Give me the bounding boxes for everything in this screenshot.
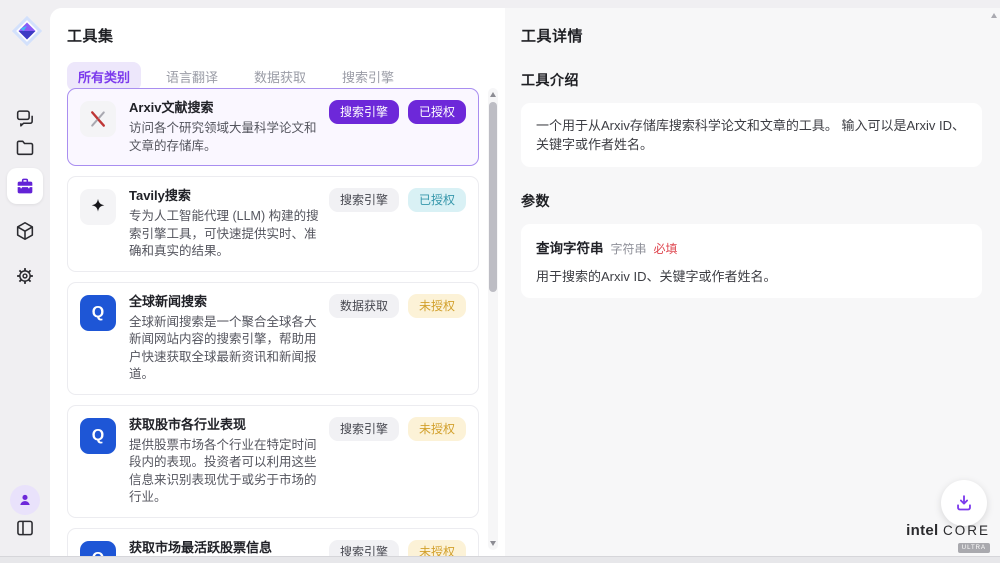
intro-heading: 工具介绍 bbox=[521, 70, 982, 90]
scroll-up-arrow-icon[interactable] bbox=[490, 92, 496, 97]
params-heading: 参数 bbox=[521, 191, 982, 211]
auth-status-badge: 已授权 bbox=[408, 188, 466, 212]
scroll-down-arrow-icon[interactable] bbox=[490, 541, 496, 546]
param-card: 查询字符串 字符串 必填 用于搜索的Arxiv ID、关键字或作者姓名。 bbox=[521, 224, 982, 298]
tool-name: Arxiv文献搜索 bbox=[129, 99, 319, 117]
q-icon: Q bbox=[80, 541, 116, 557]
auth-status-badge: 未授权 bbox=[408, 417, 466, 441]
scrollbar-thumb[interactable] bbox=[489, 102, 497, 292]
main-window: 工具集 所有类别 语言翻译 数据获取 搜索引擎 Arxiv文献搜索 访问各个研究… bbox=[50, 8, 1000, 556]
tool-detail-pane: 工具详情 工具介绍 一个用于从Arxiv存储库搜索科学论文和文章的工具。 输入可… bbox=[505, 8, 1000, 556]
auth-status-badge: 未授权 bbox=[408, 294, 466, 318]
tab-all-categories[interactable]: 所有类别 bbox=[67, 62, 141, 91]
user-avatar[interactable] bbox=[10, 485, 40, 515]
auth-status-badge: 已授权 bbox=[408, 100, 466, 124]
sidebar-item-toolbox[interactable] bbox=[7, 168, 43, 204]
folder-icon[interactable] bbox=[14, 137, 36, 159]
tool-name: 获取市场最活跃股票信息 bbox=[129, 539, 319, 557]
category-badge: 搜索引擎 bbox=[329, 417, 399, 441]
category-badge: 搜索引擎 bbox=[329, 100, 399, 124]
download-icon bbox=[953, 492, 975, 514]
arxiv-icon bbox=[80, 101, 116, 137]
intel-core-logo: intel core ULTRA bbox=[906, 524, 990, 553]
download-button[interactable] bbox=[941, 480, 987, 526]
category-badge: 搜索引擎 bbox=[329, 188, 399, 212]
param-name: 查询字符串 bbox=[536, 237, 604, 257]
tab-language-translation[interactable]: 语言翻译 bbox=[155, 62, 229, 91]
auth-status-badge: 未授权 bbox=[408, 540, 466, 557]
tool-description: 访问各个研究领域大量科学论文和文章的存储库。 bbox=[129, 120, 319, 155]
cube-icon[interactable] bbox=[14, 220, 36, 242]
tool-card[interactable]: Q 获取股市各行业表现 提供股票市场各个行业在特定时间段内的表现。投资者可以利用… bbox=[67, 405, 479, 518]
list-scrollbar[interactable] bbox=[488, 88, 498, 550]
tool-card[interactable]: Q 获取市场最活跃股票信息 提供当天交易量最高的股票列表，投资者可以利用这些信息… bbox=[67, 528, 479, 557]
category-badge: 数据获取 bbox=[329, 294, 399, 318]
chat-icon[interactable] bbox=[14, 107, 36, 129]
tool-card[interactable]: Q 全球新闻搜索 全球新闻搜索是一个聚合全球各大新闻网站内容的搜索引擎，帮助用户… bbox=[67, 282, 479, 395]
param-required-flag: 必填 bbox=[654, 240, 678, 257]
tool-description: 全球新闻搜索是一个聚合全球各大新闻网站内容的搜索引擎，帮助用户快速获取全球最新资… bbox=[129, 314, 319, 384]
tab-search-engine[interactable]: 搜索引擎 bbox=[331, 62, 405, 91]
brand-intel: intel bbox=[906, 522, 938, 539]
brand-tier-badge: ULTRA bbox=[958, 543, 990, 553]
app-logo[interactable] bbox=[10, 14, 44, 48]
category-tabs: 所有类别 语言翻译 数据获取 搜索引擎 bbox=[67, 62, 505, 91]
param-description: 用于搜索的Arxiv ID、关键字或作者姓名。 bbox=[536, 266, 967, 285]
q-icon: Q bbox=[80, 295, 116, 331]
panel-toggle-icon[interactable] bbox=[14, 517, 36, 539]
tool-name: Tavily搜索 bbox=[129, 187, 319, 205]
category-badge: 搜索引擎 bbox=[329, 540, 399, 557]
tool-list: Arxiv文献搜索 访问各个研究领域大量科学论文和文章的存储库。 搜索引擎 已授… bbox=[67, 88, 479, 556]
q-icon: Q bbox=[80, 418, 116, 454]
page-title: 工具集 bbox=[67, 25, 505, 46]
toolbox-icon bbox=[14, 175, 36, 197]
sidebar-rail bbox=[0, 0, 50, 556]
tool-name: 获取股市各行业表现 bbox=[129, 416, 319, 434]
tool-name: 全球新闻搜索 bbox=[129, 293, 319, 311]
tool-description: 提供股票市场各个行业在特定时间段内的表现。投资者可以利用这些信息来识别表现优于或… bbox=[129, 437, 319, 507]
window-bottom-edge bbox=[0, 556, 1000, 563]
user-icon bbox=[16, 491, 34, 509]
tab-data-fetching[interactable]: 数据获取 bbox=[243, 62, 317, 91]
intro-text: 一个用于从Arxiv存储库搜索科学论文和文章的工具。 输入可以是Arxiv ID… bbox=[536, 116, 967, 154]
intro-card: 一个用于从Arxiv存储库搜索科学论文和文章的工具。 输入可以是Arxiv ID… bbox=[521, 103, 982, 167]
tool-description: 专为人工智能代理 (LLM) 构建的搜索引擎工具，可快速提供实时、准确和真实的结… bbox=[129, 208, 319, 261]
detail-scroll-up-icon[interactable] bbox=[991, 13, 997, 18]
tool-card[interactable]: Tavily搜索 专为人工智能代理 (LLM) 构建的搜索引擎工具，可快速提供实… bbox=[67, 176, 479, 272]
brand-core: core bbox=[943, 523, 990, 538]
detail-title: 工具详情 bbox=[521, 25, 982, 46]
tool-card[interactable]: Arxiv文献搜索 访问各个研究领域大量科学论文和文章的存储库。 搜索引擎 已授… bbox=[67, 88, 479, 166]
toolset-pane: 工具集 所有类别 语言翻译 数据获取 搜索引擎 Arxiv文献搜索 访问各个研究… bbox=[50, 8, 505, 556]
settings-gear-icon[interactable] bbox=[14, 265, 36, 287]
param-type: 字符串 bbox=[611, 240, 647, 257]
star-icon bbox=[80, 189, 116, 225]
